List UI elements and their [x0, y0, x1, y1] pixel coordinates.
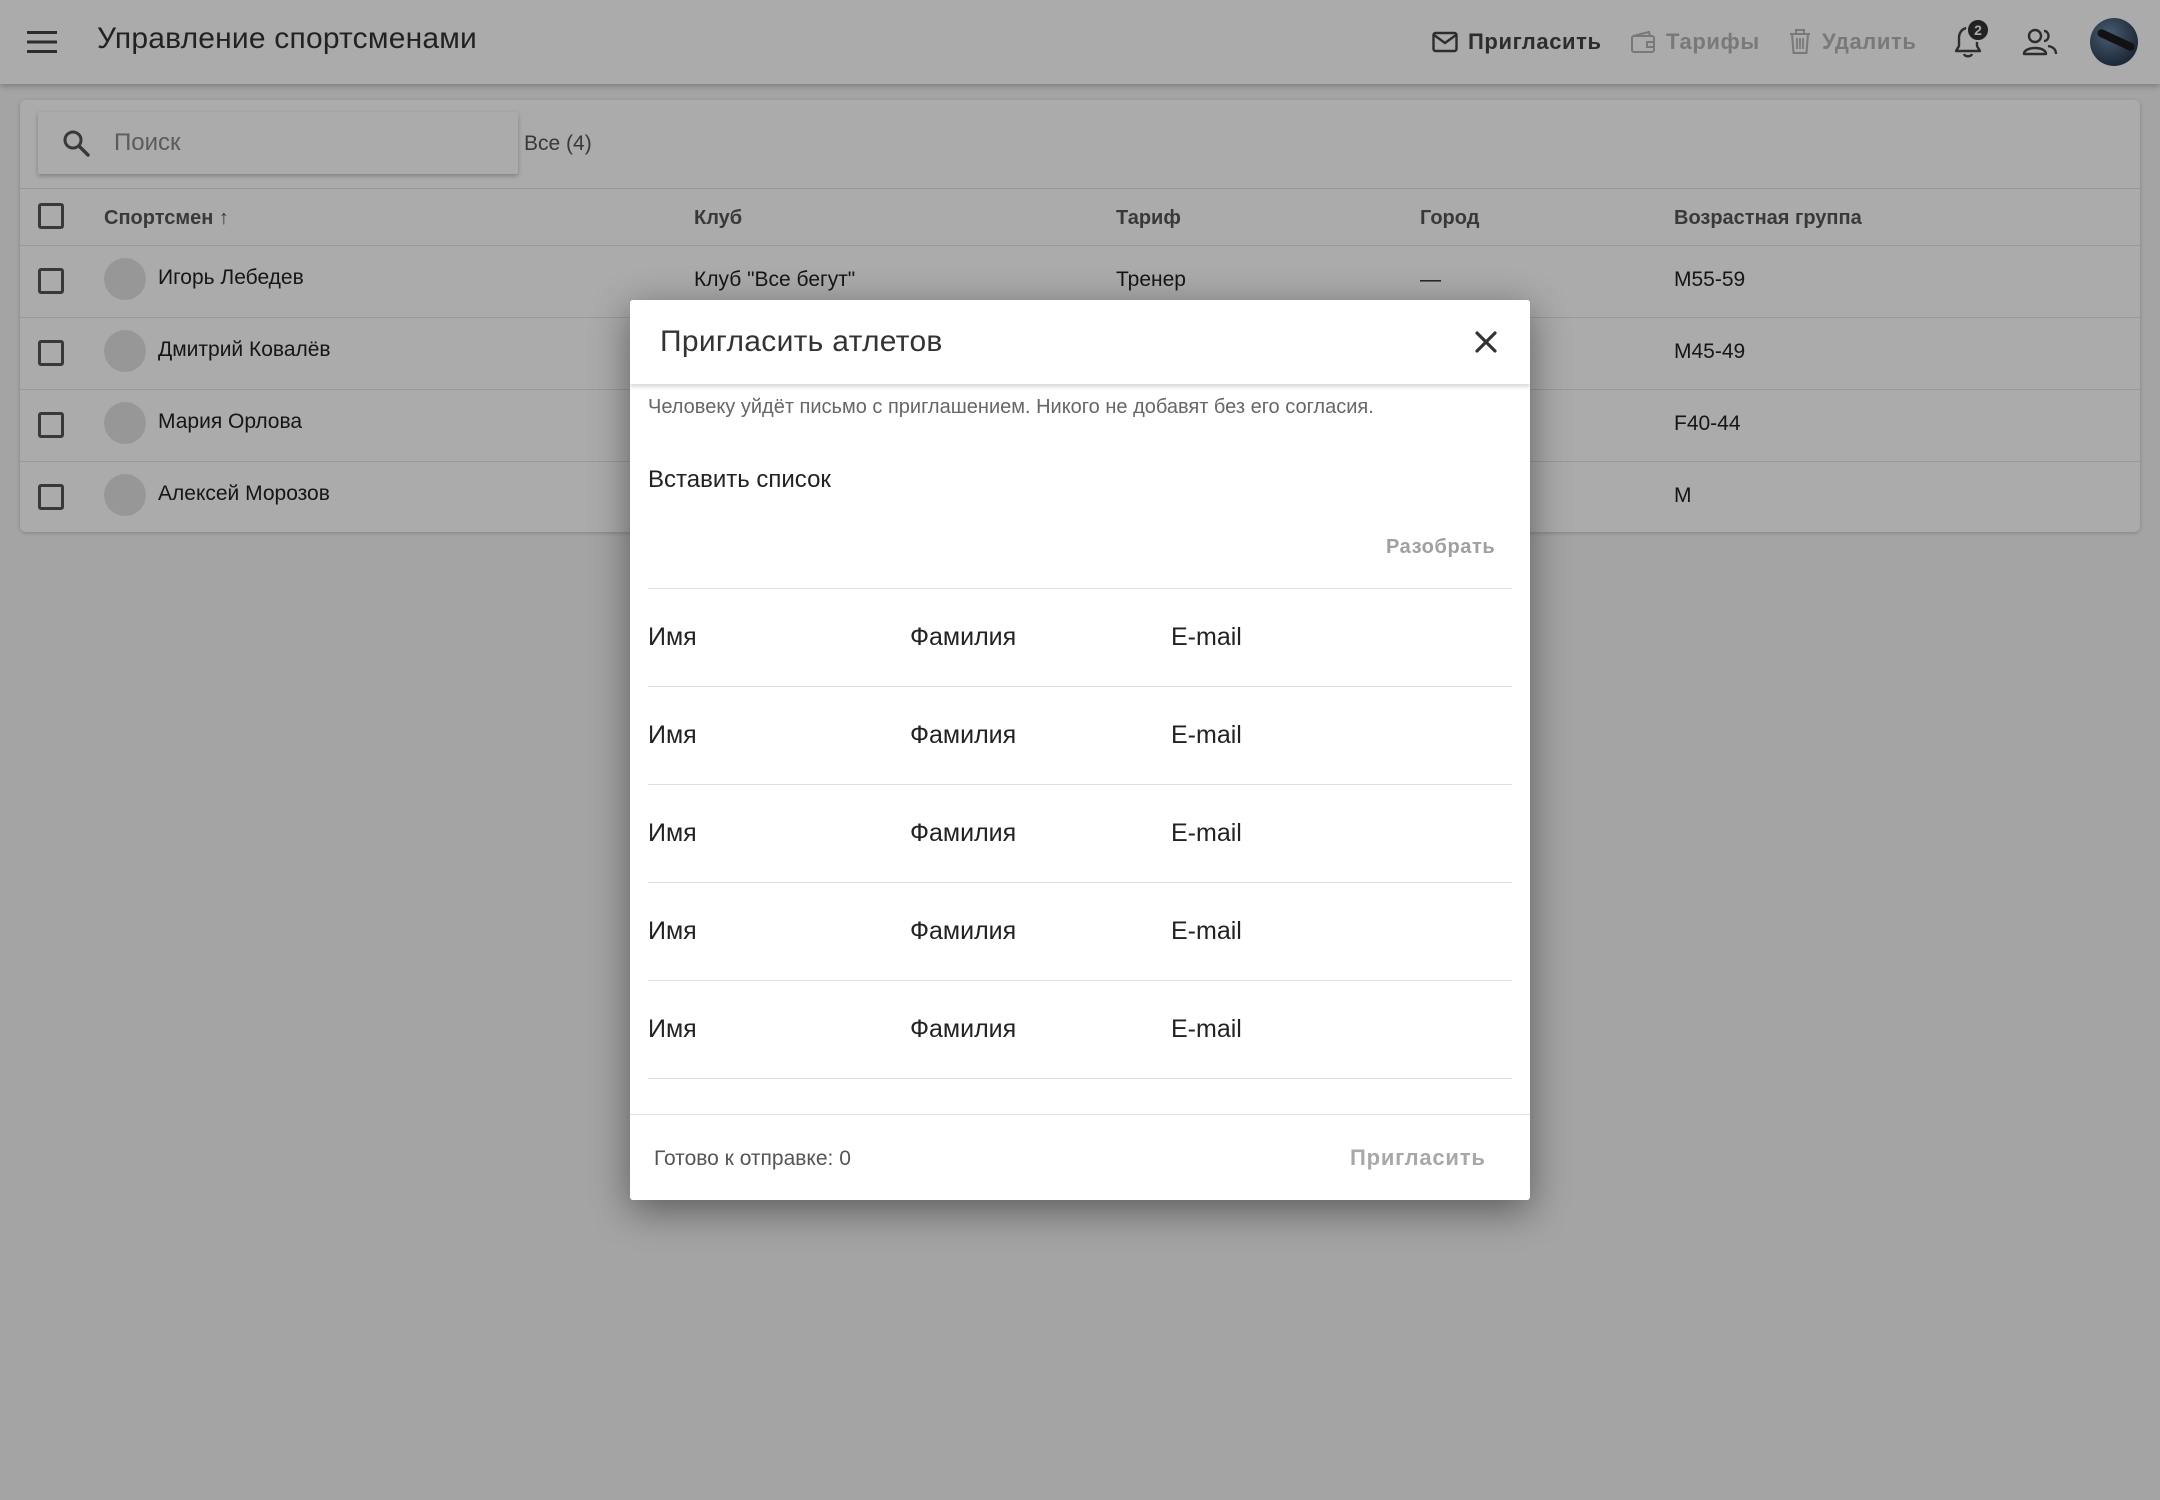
invite-submit-button[interactable]: Пригласить: [1350, 1145, 1486, 1171]
email-field[interactable]: E-mail: [1171, 623, 1242, 652]
dialog-hint: Человеку уйдёт письмо с приглашением. Ни…: [648, 396, 1374, 418]
last-name-field[interactable]: Фамилия: [910, 721, 1016, 750]
email-field[interactable]: E-mail: [1171, 917, 1242, 946]
invite-row: Имя Фамилия E-mail: [648, 589, 1512, 687]
invite-row: Имя Фамилия E-mail: [648, 687, 1512, 785]
last-name-field[interactable]: Фамилия: [910, 1015, 1016, 1044]
last-name-field[interactable]: Фамилия: [910, 623, 1016, 652]
paste-list-field[interactable]: Вставить список: [648, 466, 831, 494]
last-name-field[interactable]: Фамилия: [910, 819, 1016, 848]
last-name-field[interactable]: Фамилия: [910, 917, 1016, 946]
first-name-field[interactable]: Имя: [648, 819, 697, 848]
first-name-field[interactable]: Имя: [648, 1015, 697, 1044]
first-name-field[interactable]: Имя: [648, 721, 697, 750]
dialog-footer: Готово к отправке: 0 Пригласить: [630, 1114, 1530, 1200]
ready-count: Готово к отправке: 0: [654, 1147, 851, 1170]
invite-row: Имя Фамилия E-mail: [648, 883, 1512, 981]
invite-row: Имя Фамилия E-mail: [648, 785, 1512, 883]
email-field[interactable]: E-mail: [1171, 819, 1242, 848]
email-field[interactable]: E-mail: [1171, 1015, 1242, 1044]
invite-athletes-dialog: Пригласить атлетов Человеку уйдёт письмо…: [630, 300, 1530, 1200]
email-field[interactable]: E-mail: [1171, 721, 1242, 750]
first-name-field[interactable]: Имя: [648, 623, 697, 652]
first-name-field[interactable]: Имя: [648, 917, 697, 946]
parse-button[interactable]: Разобрать: [1386, 536, 1495, 559]
dialog-header: Пригласить атлетов: [630, 300, 1530, 384]
close-icon[interactable]: [1468, 324, 1504, 360]
dialog-title: Пригласить атлетов: [660, 325, 943, 358]
invite-row: Имя Фамилия E-mail: [648, 981, 1512, 1079]
